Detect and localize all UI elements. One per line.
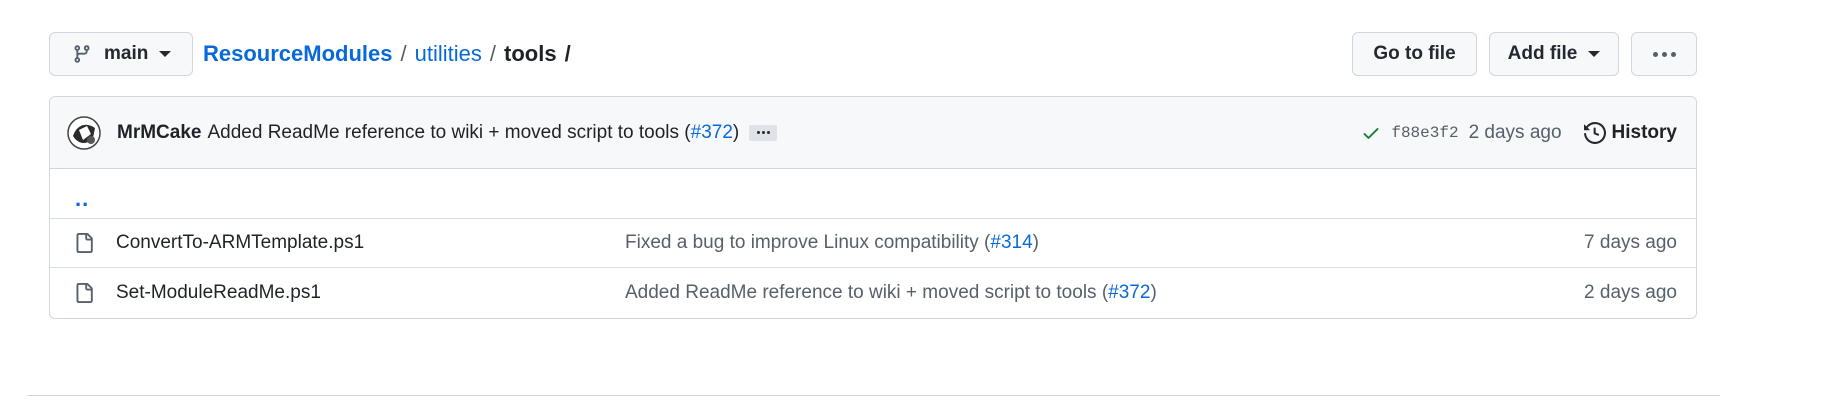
git-branch-icon	[72, 43, 92, 65]
go-to-file-button[interactable]: Go to file	[1352, 32, 1477, 76]
commit-meta: f88e3f2 2 days ago History	[1361, 97, 1677, 169]
commit-message-end: )	[732, 121, 740, 143]
commit-message-text: Added ReadMe reference to wiki + moved s…	[207, 121, 691, 143]
commit-pr-link[interactable]: #372	[691, 122, 733, 143]
file-age: 2 days ago	[1584, 281, 1677, 303]
file-commit-pr-link[interactable]: #314	[990, 232, 1032, 253]
commit-sha-link[interactable]: f88e3f2	[1391, 124, 1458, 142]
expand-commit-button[interactable]	[749, 124, 778, 141]
file-commit-text: Added ReadMe reference to wiki + moved s…	[625, 281, 1109, 303]
breadcrumb-repo-link[interactable]: ResourceModules	[203, 41, 393, 67]
add-file-label: Add file	[1507, 43, 1578, 64]
section-divider	[27, 395, 1720, 396]
file-name-link[interactable]: ConvertTo-ARMTemplate.ps1	[116, 232, 364, 254]
file-commit-end: )	[1032, 232, 1039, 253]
commit-time: 2 days ago	[1468, 122, 1562, 143]
history-label: History	[1611, 122, 1677, 143]
file-commit-end: )	[1150, 281, 1157, 303]
chevron-down-icon	[159, 51, 172, 57]
breadcrumb: ResourceModules / utilities / tools /	[203, 32, 579, 76]
breadcrumb-current: tools	[504, 41, 557, 66]
branch-name: main	[104, 43, 149, 64]
file-icon	[74, 282, 94, 304]
history-icon	[1583, 122, 1606, 144]
history-button[interactable]: History	[1583, 122, 1677, 144]
kebab-horizontal-icon	[1652, 51, 1676, 57]
file-icon	[74, 232, 94, 254]
file-age: 7 days ago	[1584, 232, 1677, 253]
chevron-down-icon	[1588, 51, 1601, 57]
file-commit-pr-link[interactable]: #372	[1108, 282, 1150, 303]
breadcrumb-folder-link[interactable]: utilities	[415, 41, 482, 67]
breadcrumb-separator: /	[400, 41, 407, 66]
file-commit-message[interactable]: Added ReadMe reference to wiki + moved s…	[625, 282, 1157, 304]
file-row[interactable]: ConvertTo-ARMTemplate.ps1 Fixed a bug to…	[50, 219, 1696, 268]
file-row[interactable]: Set-ModuleReadMe.ps1 Added ReadMe refere…	[50, 268, 1696, 317]
branch-select-button[interactable]: main	[49, 32, 193, 76]
add-file-button[interactable]: Add file	[1489, 32, 1619, 76]
breadcrumb-separator: /	[564, 41, 571, 66]
commit-author[interactable]: MrMCake	[117, 122, 201, 144]
parent-directory-row[interactable]: ..	[50, 169, 1696, 219]
latest-commit-bar: MrMCake Added ReadMe reference to wiki +…	[50, 97, 1696, 169]
commit-message[interactable]: Added ReadMe reference to wiki + moved s…	[207, 122, 739, 144]
file-commit-message[interactable]: Fixed a bug to improve Linux compatibili…	[625, 232, 1039, 254]
file-browser: MrMCake Added ReadMe reference to wiki +…	[49, 96, 1697, 319]
check-icon[interactable]	[1361, 123, 1381, 143]
breadcrumb-separator: /	[489, 41, 496, 66]
parent-directory-link[interactable]: ..	[75, 186, 89, 212]
more-options-button[interactable]	[1631, 32, 1697, 76]
file-commit-text: Fixed a bug to improve Linux compatibili…	[625, 232, 991, 253]
repo-toolbar: main ResourceModules / utilities / tools…	[49, 32, 1697, 76]
avatar[interactable]	[67, 115, 101, 150]
file-name-link[interactable]: Set-ModuleReadMe.ps1	[116, 282, 321, 304]
